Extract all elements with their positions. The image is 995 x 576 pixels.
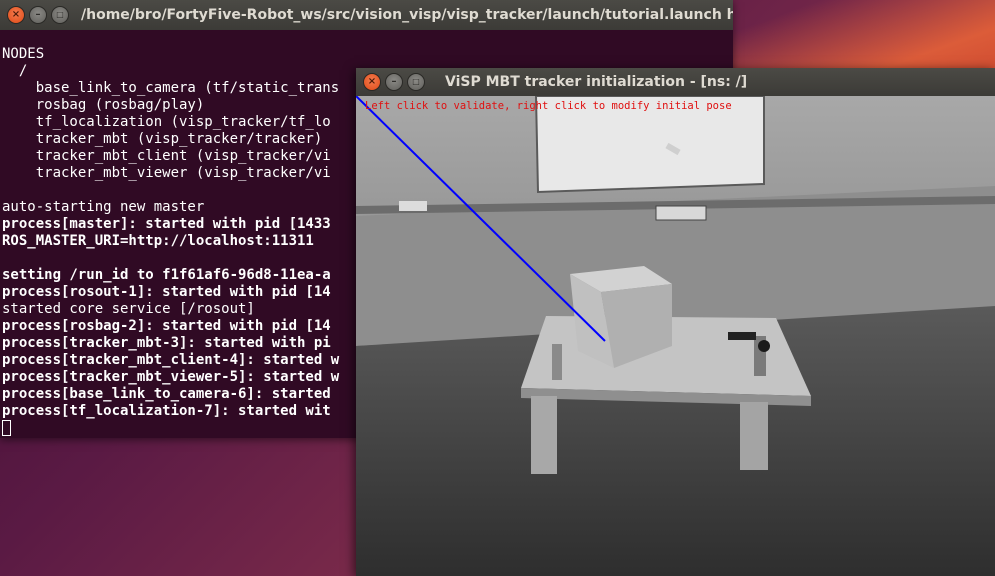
minimize-icon: –: [35, 9, 41, 20]
terminal-line: process[tracker_mbt_viewer-5]: started w: [2, 369, 340, 385]
maximize-icon: □: [56, 10, 64, 19]
close-icon: ×: [367, 76, 377, 87]
terminal-line: process[tracker_mbt-3]: started with pi: [2, 335, 331, 351]
terminal-cursor: [2, 420, 11, 436]
terminal-line: started core service [/rosout]: [2, 301, 255, 317]
wall-socket: [399, 201, 427, 211]
terminal-line: tracker_mbt_client (visp_tracker/vi: [2, 148, 331, 164]
visp-minimize-button[interactable]: –: [385, 73, 403, 91]
terminal-line: tf_localization (visp_tracker/tf_lo: [2, 114, 331, 130]
terminal-line: NODES: [2, 46, 45, 62]
terminal-line: auto-starting new master: [2, 199, 205, 215]
close-icon: ×: [11, 9, 21, 20]
terminal-maximize-button[interactable]: □: [51, 6, 69, 24]
object: [758, 340, 770, 352]
terminal-titlebar: × – □ /home/bro/FortyFive-Robot_ws/src/v…: [0, 0, 733, 30]
camera-scene: [356, 96, 995, 576]
terminal-line: tracker_mbt (visp_tracker/tracker): [2, 131, 323, 147]
terminal-close-button[interactable]: ×: [7, 6, 25, 24]
terminal-line: setting /run_id to f1f61af6-96d8-11ea-a: [2, 267, 331, 283]
camera-image-view[interactable]: Left click to validate, right click to m…: [356, 96, 995, 576]
table-leg: [531, 396, 557, 474]
terminal-line: /: [2, 63, 28, 79]
terminal-line: process[rosout-1]: started with pid [14: [2, 284, 331, 300]
visp-close-button[interactable]: ×: [363, 73, 381, 91]
wall-socket: [655, 205, 707, 221]
terminal-line: rosbag (rosbag/play): [2, 97, 205, 113]
visp-window-controls: × – □: [356, 73, 437, 91]
visp-window-title: ViSP MBT tracker initialization - [ns: /…: [445, 74, 748, 90]
terminal-title: /home/bro/FortyFive-Robot_ws/src/vision_…: [81, 7, 733, 23]
terminal-minimize-button[interactable]: –: [29, 6, 47, 24]
terminal-line: process[tf_localization-7]: started wit: [2, 403, 331, 419]
terminal-line: base_link_to_camera (tf/static_trans: [2, 80, 340, 96]
terminal-window-controls: × – □: [0, 6, 81, 24]
maximize-icon: □: [412, 77, 420, 86]
visp-titlebar: × – □ ViSP MBT tracker initialization - …: [356, 68, 995, 96]
minimize-icon: –: [391, 76, 397, 87]
table-leg: [552, 344, 562, 380]
table-leg: [740, 402, 768, 470]
terminal-line: process[tracker_mbt_client-4]: started w: [2, 352, 340, 368]
visp-tracker-window: × – □ ViSP MBT tracker initialization - …: [356, 68, 995, 576]
terminal-line: process[master]: started with pid [1433: [2, 216, 331, 232]
object: [728, 332, 756, 340]
terminal-line: ROS_MASTER_URI=http://localhost:11311: [2, 233, 314, 249]
visp-maximize-button[interactable]: □: [407, 73, 425, 91]
terminal-line: tracker_mbt_viewer (visp_tracker/vi: [2, 165, 331, 181]
terminal-output[interactable]: NODES / base_link_to_camera (tf/static_t…: [2, 46, 339, 437]
terminal-line: process[rosbag-2]: started with pid [14: [2, 318, 331, 334]
terminal-line: process[base_link_to_camera-6]: started: [2, 386, 331, 402]
instruction-text: Left click to validate, right click to m…: [365, 100, 732, 112]
